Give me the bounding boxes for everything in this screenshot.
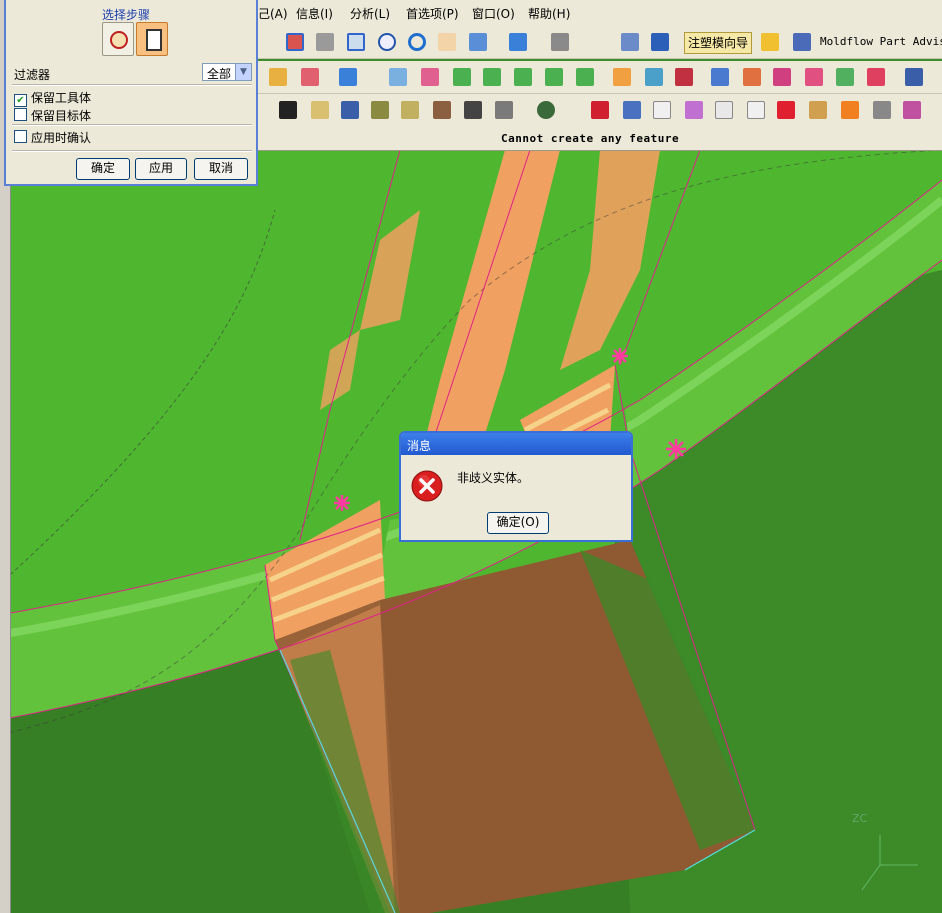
solid-red-icon[interactable] (588, 98, 612, 122)
extrude-icon[interactable] (266, 65, 290, 89)
ok-button[interactable]: 确定 (76, 158, 130, 180)
offset-icon[interactable] (672, 65, 696, 89)
toolbar-view: 注塑模向导 Moldflow Part Advise (258, 26, 942, 59)
status-message: Cannot create any feature (501, 132, 680, 145)
error-icon (411, 470, 443, 502)
divider (12, 124, 252, 126)
menu-window[interactable]: 窗口(O) (472, 5, 515, 22)
bridge-icon[interactable] (708, 65, 732, 89)
surface-6-icon[interactable] (542, 65, 566, 89)
measure-icon[interactable] (618, 30, 642, 54)
mold-part-icon[interactable] (758, 30, 782, 54)
tool-4-icon[interactable] (368, 98, 392, 122)
tool-3-icon[interactable] (338, 98, 362, 122)
tool-8-icon[interactable] (492, 98, 516, 122)
filter-select[interactable]: 全部 ▼ (202, 63, 252, 81)
confirm-on-apply-label: 应用时确认 (31, 131, 92, 145)
menu-info[interactable]: 信息(I) (296, 5, 333, 22)
pattern-icon[interactable] (864, 65, 888, 89)
select-target-step-icon[interactable] (102, 22, 134, 56)
trim-icon[interactable] (610, 65, 634, 89)
undo-icon[interactable] (902, 65, 926, 89)
surface-7-icon[interactable] (573, 65, 597, 89)
shell-icon[interactable] (833, 65, 857, 89)
toolbar-feature (258, 61, 942, 94)
tool-13-icon[interactable] (744, 98, 768, 122)
tool-10-icon[interactable] (650, 98, 674, 122)
apply-button[interactable]: 应用 (135, 158, 187, 180)
select-tool-step-icon[interactable] (136, 22, 168, 56)
sew-icon[interactable] (642, 65, 666, 89)
message-title: 消息 (407, 439, 432, 453)
divider (12, 84, 252, 86)
confirm-on-apply-checkbox[interactable] (14, 130, 27, 143)
menu-analysis[interactable]: 分析(L) (350, 5, 390, 22)
tool-11-icon[interactable] (682, 98, 706, 122)
selection-step-dialog: 选择步骤 过滤器 全部 ▼ ✔ 保留工具体 保留目标体 应用时确认 确定 应用 取… (4, 0, 258, 186)
tool-12-icon[interactable] (712, 98, 736, 122)
tool-2-icon[interactable] (308, 98, 332, 122)
message-ok-button[interactable]: 确定(O) (487, 512, 549, 534)
selection-step-title: 选择步骤 (102, 8, 151, 22)
toolbar-tools (258, 94, 942, 129)
cancel-button[interactable]: 取消 (194, 158, 248, 180)
zoom-icon[interactable] (375, 30, 399, 54)
tool-5-icon[interactable] (398, 98, 422, 122)
draft-icon[interactable] (802, 65, 826, 89)
zoom-area-icon[interactable] (313, 30, 337, 54)
perspective-icon[interactable] (466, 30, 490, 54)
layer-icon[interactable] (648, 30, 672, 54)
moldflow-label[interactable]: Moldflow Part Advise (820, 35, 942, 48)
surface-3-icon[interactable] (450, 65, 474, 89)
keep-target-body-checkbox[interactable] (14, 108, 27, 121)
menu-help[interactable]: 帮助(H) (528, 5, 570, 22)
render-style-icon[interactable] (506, 30, 530, 54)
message-dialog: 消息 非歧义实体。 确定(O) (399, 431, 633, 542)
tool-16-icon[interactable] (838, 98, 862, 122)
chamfer-icon[interactable] (770, 65, 794, 89)
keep-tool-body-option[interactable]: ✔ 保留工具体 (14, 89, 91, 107)
revolve-icon[interactable] (298, 65, 322, 89)
surface-4-icon[interactable] (480, 65, 504, 89)
show-hide-icon[interactable] (534, 98, 558, 122)
status-bar: Cannot create any feature (258, 128, 942, 151)
tool-18-icon[interactable] (900, 98, 924, 122)
confirm-on-apply-option[interactable]: 应用时确认 (14, 129, 91, 146)
keep-tool-body-label: 保留工具体 (31, 91, 92, 105)
fit-view-icon[interactable] (283, 30, 307, 54)
tool-1-icon[interactable] (276, 98, 300, 122)
surface-2-icon[interactable] (418, 65, 442, 89)
filter-label: 过滤器 (14, 68, 51, 82)
message-title-bar[interactable]: 消息 (401, 433, 631, 455)
tool-17-icon[interactable] (870, 98, 894, 122)
sweep-icon[interactable] (336, 65, 360, 89)
filter-select-value: 全部 (207, 67, 232, 81)
zoom-window-icon[interactable] (344, 30, 368, 54)
message-text: 非歧义实体。 (457, 471, 530, 485)
menu-partial-item[interactable]: 己(A) (258, 5, 288, 22)
chevron-down-icon[interactable]: ▼ (235, 64, 251, 80)
keep-target-body-label: 保留目标体 (31, 109, 92, 123)
mold-wizard-button[interactable]: 注塑模向导 (684, 32, 752, 54)
blend-icon[interactable] (740, 65, 764, 89)
tool-15-icon[interactable] (806, 98, 830, 122)
tool-7-icon[interactable] (461, 98, 485, 122)
surface-1-icon[interactable] (386, 65, 410, 89)
rotate-icon[interactable] (405, 30, 429, 54)
moldflow-icon[interactable] (790, 30, 814, 54)
divider (12, 150, 252, 152)
keep-target-body-option[interactable]: 保留目标体 (14, 107, 91, 124)
view-orient-icon[interactable] (548, 30, 572, 54)
surface-5-icon[interactable] (511, 65, 535, 89)
menu-preferences[interactable]: 首选项(P) (406, 5, 459, 22)
keep-tool-body-checkbox[interactable]: ✔ (14, 94, 27, 107)
pan-icon[interactable] (435, 30, 459, 54)
tool-14-icon[interactable] (774, 98, 798, 122)
tool-9-icon[interactable] (620, 98, 644, 122)
zc-axis-label: ZC (852, 812, 868, 825)
tool-6-icon[interactable] (430, 98, 454, 122)
menu-bar: 己(A) 信息(I) 分析(L) 首选项(P) 窗口(O) 帮助(H) (258, 0, 942, 27)
